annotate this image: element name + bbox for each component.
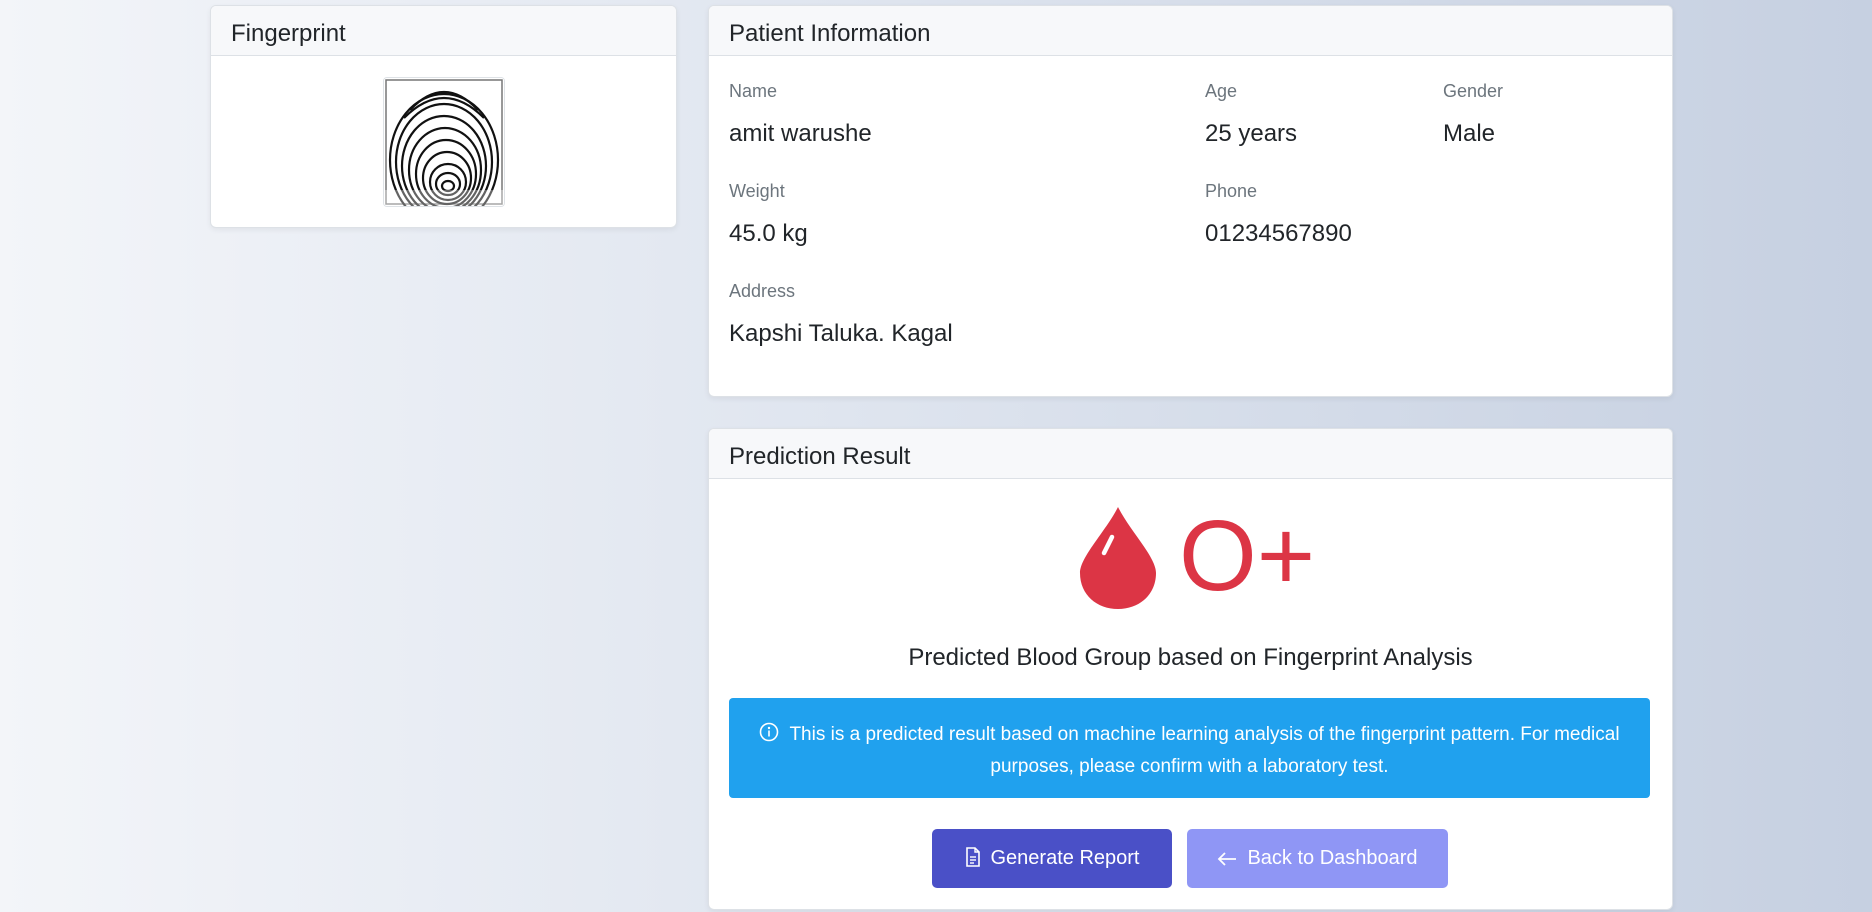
back-to-dashboard-label: Back to Dashboard: [1247, 847, 1418, 869]
document-icon: [965, 832, 981, 891]
phone-label: Phone: [1205, 181, 1258, 201]
prediction-result-header: Prediction Result: [709, 429, 1672, 479]
back-to-dashboard-button[interactable]: Back to Dashboard: [1187, 829, 1448, 888]
name-value: amit warushe: [729, 120, 872, 147]
weight-label: Weight: [729, 181, 785, 201]
info-circle-icon: [759, 722, 779, 752]
age-value: 25 years: [1205, 120, 1298, 147]
patient-info-card: Patient Information Name amit warushe Ag…: [708, 5, 1673, 397]
arrow-left-icon: [1217, 832, 1237, 891]
phone-value: 01234567890: [1205, 220, 1352, 247]
info-alert-text: This is a predicted result based on mach…: [789, 724, 1620, 777]
age-label: Age: [1205, 81, 1238, 101]
blood-group-display: O+: [709, 501, 1672, 616]
generate-report-label: Generate Report: [990, 847, 1140, 869]
fingerprint-image: [383, 77, 505, 207]
address-value: Kapshi Taluka. Kagal: [729, 320, 953, 347]
prediction-result-card: Prediction Result O+ Predicted Blood Gro…: [708, 428, 1673, 910]
address-label: Address: [729, 281, 796, 301]
gender-label: Gender: [1443, 81, 1504, 101]
gender-value: Male: [1443, 120, 1496, 147]
generate-report-button[interactable]: Generate Report: [932, 829, 1172, 888]
blood-group-value: O+: [1179, 500, 1316, 612]
droplet-icon: [1078, 505, 1158, 616]
info-alert: This is a predicted result based on mach…: [729, 698, 1650, 798]
weight-value: 45.0 kg: [729, 220, 808, 247]
name-label: Name: [729, 81, 778, 101]
patient-info-header: Patient Information: [709, 6, 1672, 56]
fingerprint-card-header: Fingerprint: [211, 6, 676, 56]
fingerprint-card: Fingerprint: [210, 5, 677, 228]
prediction-caption: Predicted Blood Group based on Fingerpri…: [908, 644, 1473, 671]
